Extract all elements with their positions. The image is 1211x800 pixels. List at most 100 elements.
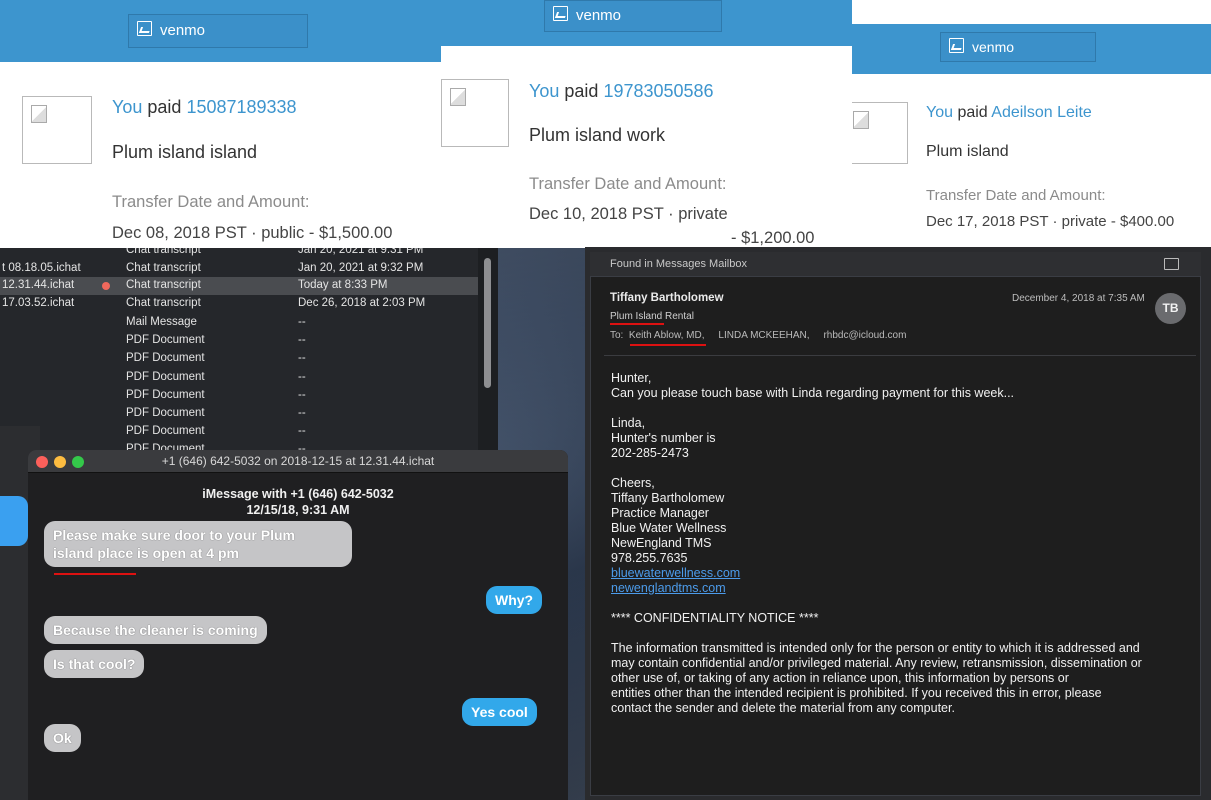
finder-scrollbar[interactable] (478, 248, 498, 453)
payer-link[interactable]: You (529, 81, 559, 101)
to-label: To: (610, 330, 624, 341)
venmo-brand-text: venmo (972, 39, 1015, 55)
mail-sender[interactable]: Tiffany Bartholomew (610, 292, 724, 304)
sender-avatar: TB (1155, 293, 1186, 324)
recipient-chip[interactable]: Keith Ablow, MD, (629, 330, 705, 341)
transfer-label: Transfer Date and Amount: (529, 175, 727, 193)
payment-note: Plum island (926, 143, 1009, 160)
outgoing-message-bubble[interactable]: Why? (486, 586, 543, 614)
mail-recipients: To: Keith Ablow, MD, LINDA MCKEEHAN, rhb… (610, 330, 906, 341)
image-placeholder-icon (553, 6, 568, 21)
file-row[interactable]: PDF Document -- (0, 332, 498, 350)
file-name: 12.31.44.ichat (2, 279, 75, 291)
red-tag-dot-icon (102, 282, 110, 290)
folder-icon[interactable] (1164, 258, 1179, 270)
website-link[interactable]: bluewaterwellness.com (611, 566, 740, 581)
venmo-brand-text: venmo (576, 7, 622, 24)
paid-text: paid (957, 104, 988, 121)
file-row[interactable]: Chat transcript Jan 20, 2021 at 9:31 PM (0, 248, 498, 260)
recipient-link[interactable]: 15087189338 (186, 97, 296, 117)
venmo-brand-text: venmo (160, 22, 206, 39)
file-kind: Chat transcript (126, 262, 201, 274)
file-row[interactable]: PDF Document -- (0, 405, 498, 423)
mail-body-line: The information transmitted is intended … (611, 641, 1140, 655)
file-date: Dec 26, 2018 at 2:03 PM (298, 297, 426, 309)
payer-link[interactable]: You (926, 104, 953, 121)
incoming-message-bubble[interactable]: Because the cleaner is coming (44, 616, 267, 644)
venmo-receipt-card: venmo You paid Adeilson Leite Plum islan… (852, 0, 1211, 248)
transfer-amount: - $1,500.00 (308, 224, 393, 242)
red-underline-annotation (630, 344, 706, 346)
mail-body-line: Hunter's number is (611, 431, 716, 445)
transfer-amount: - $1,200.00 (731, 229, 815, 247)
mail-date: December 4, 2018 at 7:35 AM (1012, 293, 1145, 304)
mail-subject: Plum Island Rental (610, 311, 694, 322)
conversation-timestamp: 12/15/18, 9:31 AM (246, 503, 350, 517)
transfer-date: Dec 17, 2018 PST · private (926, 213, 1107, 230)
mail-body-line: may contain confidential and/or privileg… (611, 656, 1142, 670)
file-row[interactable]: 17.03.52.ichat Chat transcript Dec 26, 2… (0, 295, 498, 313)
mail-body-line: 202-285-2473 (611, 446, 689, 460)
mail-body-line: Can you please touch base with Linda reg… (611, 386, 1015, 400)
file-date: -- (298, 352, 306, 364)
venmo-logo: venmo (940, 32, 1096, 62)
message-text: Because the cleaner is coming (53, 622, 258, 638)
window-title: +1 (646) 642-5032 on 2018-12-15 at 12.31… (161, 454, 435, 468)
red-underline-annotation (610, 323, 664, 325)
image-placeholder-icon (949, 38, 964, 53)
file-row[interactable]: PDF Document -- (0, 350, 498, 368)
recipient-avatar (441, 79, 509, 147)
recipient-link[interactable]: Adeilson Leite (991, 104, 1092, 121)
mail-body-line: entities other than the intended recipie… (611, 686, 1102, 700)
file-kind: Chat transcript (126, 279, 201, 291)
recipient-chip[interactable]: rhbdc@icloud.com (823, 330, 906, 341)
outgoing-message-bubble[interactable]: Yes cool (462, 698, 537, 726)
transfer-amount: - $400.00 (1110, 213, 1175, 230)
mail-body-line: Linda, (611, 416, 646, 430)
transfer-label: Transfer Date and Amount: (112, 193, 310, 211)
incoming-message-bubble[interactable]: Is that cool? (44, 650, 145, 678)
payer-link[interactable]: You (112, 97, 142, 117)
payment-headline: You paid 19783050586 (529, 81, 714, 102)
mailbox-label: Found in Messages Mailbox (610, 258, 747, 270)
payment-headline: You paid 15087189338 (112, 97, 297, 118)
incoming-message-bubble[interactable]: Please make sure door to your Plum islan… (44, 521, 352, 567)
confidentiality-heading: **** CONFIDENTIALITY NOTICE **** (611, 611, 819, 625)
message-text: Ok (53, 730, 72, 746)
payment-note: Plum island island (112, 142, 258, 162)
payment-headline: You paid Adeilson Leite (926, 104, 1092, 122)
file-row[interactable]: PDF Document -- (0, 423, 498, 441)
file-row[interactable]: Mail Message -- (0, 314, 498, 332)
recipient-avatar (22, 96, 92, 164)
messages-window: +1 (646) 642-5032 on 2018-12-15 at 12.31… (28, 450, 568, 800)
image-placeholder-icon (137, 21, 152, 36)
message-text: Why? (495, 592, 534, 608)
mail-body-line: Blue Water Wellness (611, 521, 727, 535)
file-row[interactable]: PDF Document -- (0, 369, 498, 387)
messages-title-bar[interactable]: +1 (646) 642-5032 on 2018-12-15 at 12.31… (28, 450, 568, 473)
incoming-message-bubble[interactable]: Ok (44, 724, 81, 752)
file-kind: PDF Document (126, 334, 205, 346)
red-underline-annotation (54, 573, 136, 575)
file-date: Jan 20, 2021 at 9:31 PM (298, 248, 424, 256)
paid-text: paid (147, 97, 182, 117)
finder-file-list: Chat transcript Jan 20, 2021 at 9:31 PM … (0, 248, 498, 453)
file-kind: PDF Document (126, 407, 205, 419)
website-link[interactable]: newenglandtms.com (611, 581, 726, 596)
card-top-strip (852, 0, 1211, 24)
file-row[interactable]: t 08.18.05.ichat Chat transcript Jan 20,… (0, 260, 498, 278)
message-text: Please make sure door to your Plum (53, 527, 295, 543)
file-date: -- (298, 407, 306, 419)
file-kind: Chat transcript (126, 248, 201, 256)
file-name: 17.03.52.ichat (2, 297, 75, 309)
mail-body-line: contact the sender and delete the materi… (611, 701, 955, 715)
transfer-date: Dec 10, 2018 PST · private (529, 205, 728, 223)
transfer-label: Transfer Date and Amount: (926, 187, 1106, 204)
file-row-selected[interactable]: 12.31.44.ichat Chat transcript Today at … (0, 277, 498, 295)
transfer-date: Dec 08, 2018 PST · public (112, 224, 305, 242)
recipient-link[interactable]: 19783050586 (603, 81, 713, 101)
recipient-chip[interactable]: LINDA MCKEEHAN, (718, 330, 809, 341)
message-text: Yes cool (471, 704, 528, 720)
background-message-bubble (0, 496, 28, 546)
file-row[interactable]: PDF Document -- (0, 387, 498, 405)
